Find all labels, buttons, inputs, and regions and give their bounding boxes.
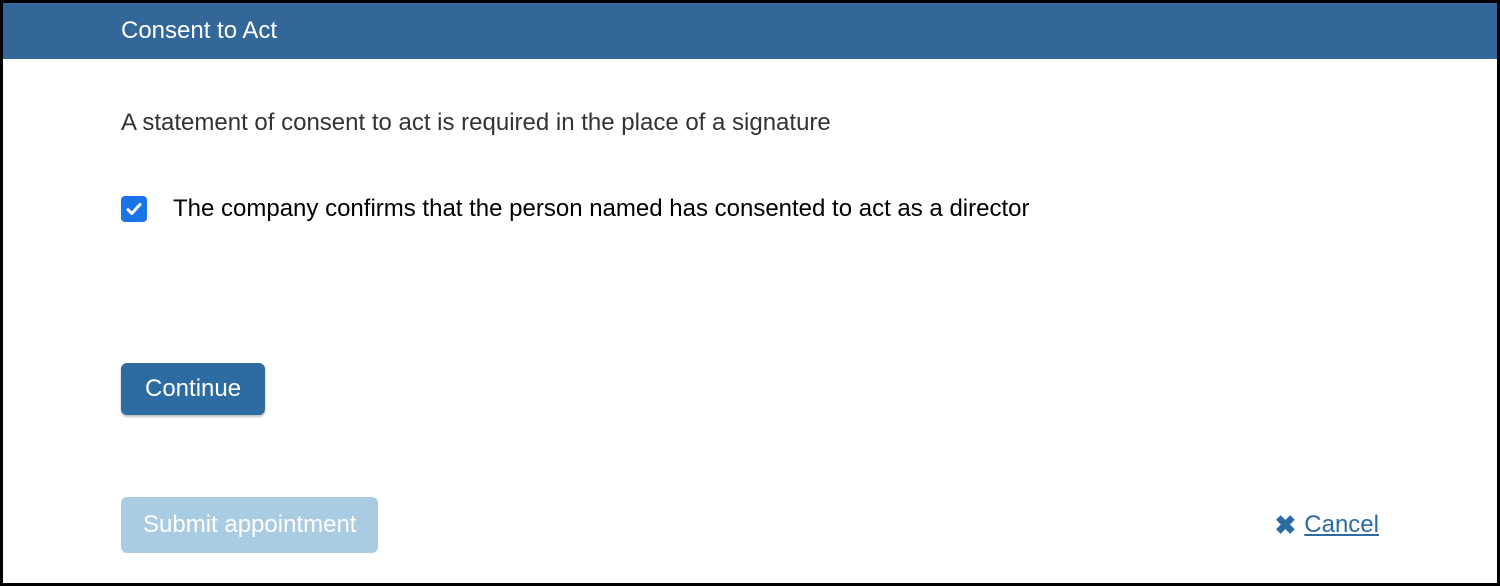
page-header: Consent to Act xyxy=(3,3,1497,59)
checkmark-icon xyxy=(125,200,143,218)
submit-appointment-button[interactable]: Submit appointment xyxy=(121,497,378,553)
page-title: Consent to Act xyxy=(121,17,277,44)
content-area: A statement of consent to act is require… xyxy=(3,59,1497,415)
cancel-link[interactable]: ✖ Cancel xyxy=(1274,510,1379,541)
consent-checkbox-label: The company confirms that the person nam… xyxy=(173,195,1029,223)
consent-checkbox[interactable] xyxy=(121,196,147,222)
continue-button[interactable]: Continue xyxy=(121,363,265,415)
consent-checkbox-row: The company confirms that the person nam… xyxy=(121,195,1379,223)
intro-text: A statement of consent to act is require… xyxy=(121,109,1379,137)
cancel-link-text: Cancel xyxy=(1304,511,1379,539)
close-icon: ✖ xyxy=(1274,510,1296,541)
bottom-actions: Submit appointment ✖ Cancel xyxy=(121,497,1379,553)
